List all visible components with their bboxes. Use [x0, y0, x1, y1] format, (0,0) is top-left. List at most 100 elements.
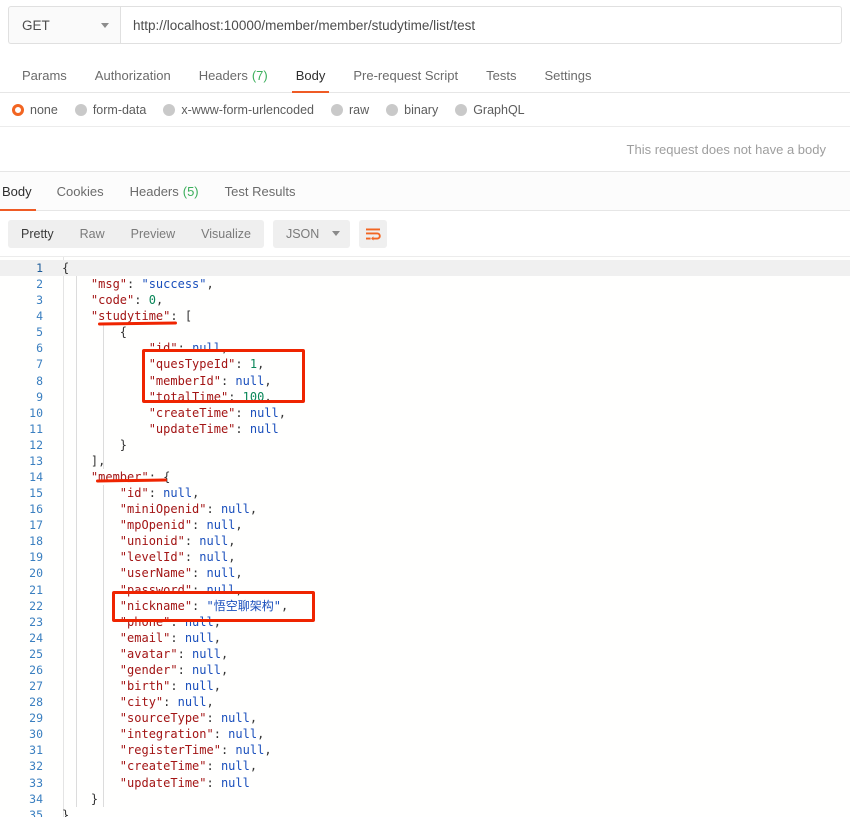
request-tab-params[interactable]: Params [8, 58, 81, 92]
code-line: 7 "quesTypeId": 1, [0, 356, 850, 372]
request-tab-count: (7) [251, 67, 268, 83]
code-line: 16 "miniOpenid": null, [0, 501, 850, 517]
wrap-lines-button[interactable] [359, 219, 388, 248]
token-key: "password" [119, 582, 193, 597]
token-punc: } [90, 791, 99, 806]
code-line-text: "unionid": null, [52, 533, 850, 549]
request-tab-authorization[interactable]: Authorization [81, 58, 185, 92]
request-url-input[interactable]: http://localhost:10000/member/member/stu… [120, 6, 842, 44]
token-key: "userName" [119, 566, 193, 581]
token-punc: : [127, 277, 142, 292]
response-tab-cookies[interactable]: Cookies [44, 172, 117, 210]
request-tab-body[interactable]: Body [282, 58, 340, 93]
token-key: "createTime" [119, 759, 207, 774]
no-body-note: This request does not have a body [0, 127, 850, 172]
token-punc: , [206, 695, 214, 710]
token-punc: , [235, 566, 243, 581]
token-punc: : [206, 775, 221, 790]
code-line-text: "gender": null, [52, 662, 850, 678]
token-null: null [220, 775, 250, 790]
view-mode-preview[interactable]: Preview [118, 220, 188, 248]
chevron-down-icon [332, 231, 341, 236]
request-tab-headers[interactable]: Headers (7) [185, 58, 282, 92]
code-line: 17 "mpOpenid": null, [0, 517, 850, 533]
body-type-graphql[interactable]: GraphQL [455, 103, 525, 117]
line-number: 5 [36, 325, 43, 340]
token-punc: : [206, 759, 221, 774]
http-method-select[interactable]: GET [8, 6, 120, 44]
request-url-value: http://localhost:10000/member/member/stu… [133, 17, 476, 33]
code-line: 5 { [0, 324, 850, 340]
request-tab-settings[interactable]: Settings [530, 58, 605, 92]
response-view-mode-group: Pretty Raw Preview Visualize [8, 219, 264, 248]
token-key: "unionid" [119, 534, 185, 549]
token-punc: , [280, 598, 289, 613]
token-punc: : [ [170, 309, 193, 324]
code-line-text: "mpOpenid": null, [52, 517, 850, 533]
token-null: null [184, 614, 214, 629]
code-line-text: "memberId": null, [52, 373, 850, 389]
request-tab-pre-request-script[interactable]: Pre-request Script [339, 58, 472, 92]
line-number: 27 [29, 679, 43, 694]
token-null: null [206, 518, 236, 533]
view-mode-pretty[interactable]: Pretty [8, 220, 67, 248]
radio-icon [331, 103, 343, 116]
body-type-binary[interactable]: binary [386, 103, 438, 117]
request-tab-tests[interactable]: Tests [472, 58, 530, 92]
code-line-text: { [52, 324, 850, 340]
token-key: "msg" [90, 277, 128, 292]
code-line-text: "updateTime": null [52, 421, 850, 437]
response-format-select[interactable]: JSON [272, 219, 351, 248]
token-key: "city" [119, 695, 164, 710]
line-number: 19 [29, 550, 43, 565]
code-line-text: "updateTime": null [52, 775, 850, 791]
body-type-raw[interactable]: raw [331, 103, 369, 117]
code-line-text: ], [52, 453, 850, 469]
token-punc: , [228, 550, 236, 565]
code-line-text: "id": null, [52, 340, 850, 356]
token-punc: : [235, 357, 250, 372]
token-null: null [228, 727, 258, 742]
token-punc: { [62, 261, 70, 275]
code-line-text: { [52, 260, 850, 276]
line-number: 23 [29, 614, 43, 629]
line-number: 28 [29, 695, 43, 710]
line-number: 22 [29, 598, 43, 613]
code-line: 14 "member": { [0, 469, 850, 485]
code-line: 13 ], [0, 453, 850, 469]
body-type-radio-group: none form-data x-www-form-urlencoded raw bin… [0, 93, 850, 127]
token-key: "levelId" [119, 550, 185, 565]
code-line: 24 "email": null, [0, 630, 850, 646]
response-body-viewer[interactable]: 1{2 "msg": "success", 3 "code": 0, 4 "stud… [0, 257, 850, 817]
code-line: 27 "birth": null, [0, 678, 850, 694]
body-type-none[interactable]: none [12, 103, 58, 117]
code-line-text: } [52, 807, 850, 817]
code-line: 34 } [0, 791, 850, 807]
response-tab-test-results[interactable]: Test Results [212, 172, 309, 210]
code-line-text: "id": null, [52, 485, 850, 501]
code-line: 6 "id": null, [0, 340, 850, 356]
token-key: "avatar" [119, 646, 178, 661]
token-punc: { [119, 325, 128, 340]
line-number: 34 [29, 791, 43, 806]
code-line-text: } [52, 437, 850, 453]
response-tab-label: Headers [129, 183, 179, 199]
body-type-x-www-form-urlencoded[interactable]: x-www-form-urlencoded [163, 103, 314, 117]
token-null: null [235, 373, 265, 388]
token-punc: } [62, 807, 70, 817]
line-number: 13 [29, 453, 43, 468]
code-line-text: } [52, 791, 850, 807]
token-punc: , [220, 341, 229, 356]
view-mode-visualize[interactable]: Visualize [188, 220, 264, 248]
token-key: "sourceType" [119, 711, 207, 726]
no-body-note-text: This request does not have a body [626, 141, 826, 157]
view-mode-raw[interactable]: Raw [67, 220, 118, 248]
token-punc: : [134, 293, 149, 308]
response-tab-body[interactable]: Body [0, 172, 44, 211]
token-num: 1 [249, 357, 258, 372]
body-type-form-data[interactable]: form-data [74, 103, 146, 117]
token-punc: , [155, 293, 164, 308]
response-tab-headers[interactable]: Headers (5) [117, 172, 212, 210]
token-key: "mpOpenid" [119, 518, 193, 533]
request-tab-label: Pre-request Script [353, 67, 459, 83]
